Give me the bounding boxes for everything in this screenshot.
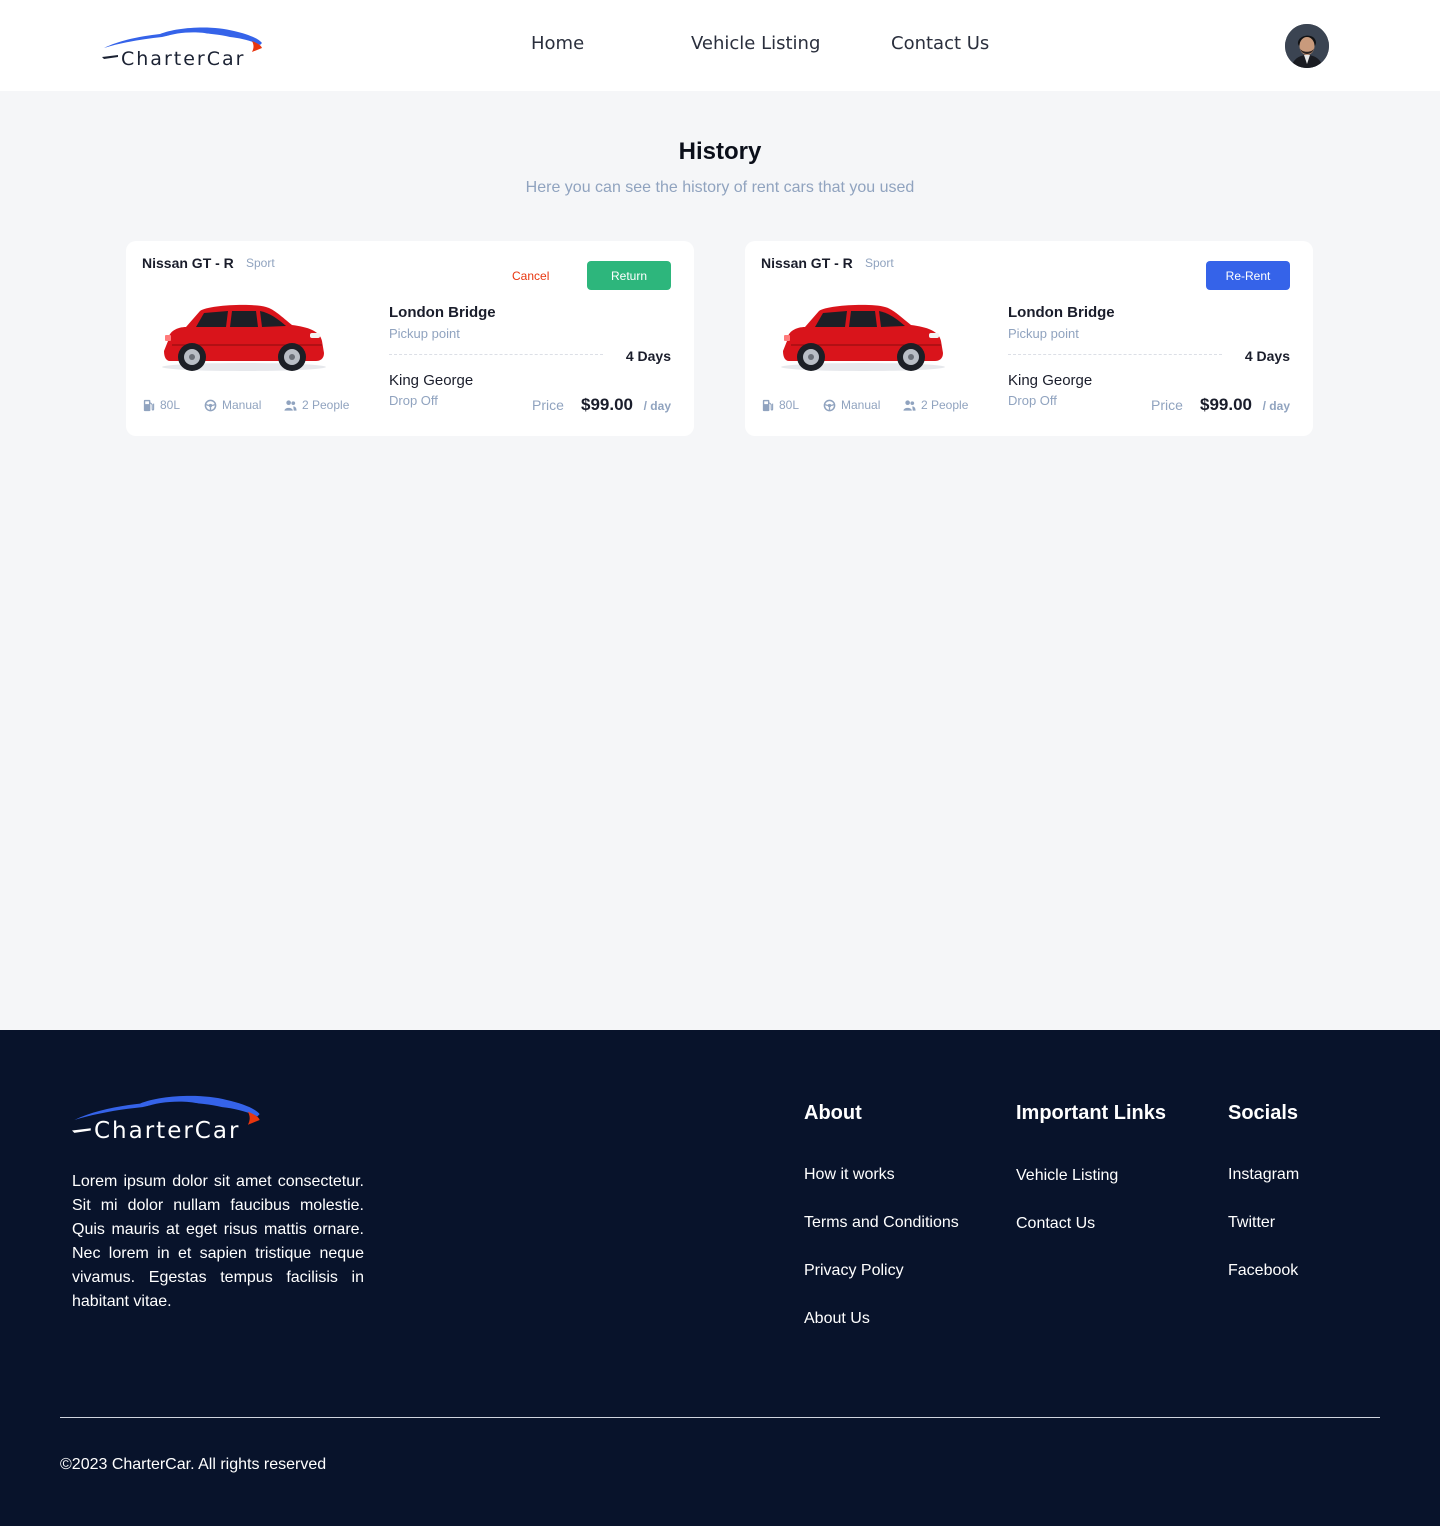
footer-link-instagram[interactable]: Instagram [1228, 1166, 1299, 1184]
price-label: Price [532, 397, 564, 413]
footer-link-about-us[interactable]: About Us [804, 1310, 870, 1328]
footer-divider [60, 1417, 1380, 1418]
re-rent-button[interactable]: Re-Rent [1206, 261, 1290, 290]
footer-link-privacy[interactable]: Privacy Policy [804, 1262, 904, 1280]
price-unit: / day [1262, 399, 1290, 413]
spec-transmission-value: Manual [841, 398, 881, 412]
car-type: Sport [865, 256, 894, 270]
return-button[interactable]: Return [587, 261, 671, 290]
header: CharterCar Home Vehicle Listing Contact … [0, 0, 1440, 91]
price-value: $99.00 [1200, 395, 1252, 414]
people-icon [903, 399, 916, 412]
page-title: History [678, 138, 762, 165]
copyright: ©2023 CharterCar. All rights reserved [60, 1456, 327, 1473]
footer-link-twitter[interactable]: Twitter [1228, 1214, 1275, 1232]
footer-description: Lorem ipsum dolor sit amet consectetur. … [72, 1173, 364, 1310]
price-value: $99.00 [581, 395, 633, 414]
spec-fuel-value: 80L [160, 398, 181, 412]
history-card: Nissan GT - R Sport Cancel Return London… [126, 241, 694, 436]
pickup-label: Pickup point [389, 326, 460, 341]
spec-fuel: 80L [761, 398, 799, 412]
pickup-location: London Bridge [1008, 304, 1115, 321]
nav-home-link[interactable]: Home [531, 33, 584, 54]
nav-vehicle-listing-link[interactable]: Vehicle Listing [691, 33, 820, 54]
spec-capacity-value: 2 People [302, 398, 350, 412]
spec-transmission-value: Manual [222, 398, 262, 412]
car-image [775, 301, 947, 373]
dropoff-location: King George [1008, 372, 1093, 389]
fuel-icon [761, 399, 774, 412]
page-subtitle: Here you can see the history of rent car… [525, 179, 915, 196]
footer: CharterCar Lorem ipsum dolor sit amet co… [0, 1030, 1440, 1526]
rental-duration: 4 Days [625, 348, 671, 364]
spec-fuel: 80L [142, 398, 180, 412]
car-name: Nissan GT - R [142, 255, 234, 271]
car-name: Nissan GT - R [761, 255, 853, 271]
footer-link-terms[interactable]: Terms and Conditions [804, 1214, 959, 1232]
nav-contact-us-link[interactable]: Contact Us [891, 33, 989, 54]
route-divider [1008, 354, 1222, 355]
steering-wheel-icon [204, 399, 217, 412]
steering-wheel-icon [823, 399, 836, 412]
dropoff-location: King George [389, 372, 474, 389]
spec-transmission: Manual [823, 398, 880, 412]
footer-link-facebook[interactable]: Facebook [1228, 1262, 1298, 1280]
history-card: Nissan GT - R Sport Re-Rent London Bridg… [745, 241, 1313, 436]
dropoff-label: Drop Off [389, 393, 438, 408]
pickup-location: London Bridge [389, 304, 496, 321]
spec-capacity: 2 People [903, 398, 968, 412]
price-label: Price [1151, 397, 1183, 413]
footer-important-title: Important Links [1016, 1102, 1167, 1124]
footer-socials-title: Socials [1228, 1102, 1299, 1124]
avatar-image [1285, 24, 1329, 68]
fuel-icon [142, 399, 155, 412]
spec-fuel-value: 80L [779, 398, 800, 412]
user-avatar[interactable] [1285, 24, 1329, 68]
spec-transmission: Manual [204, 398, 261, 412]
spec-capacity-value: 2 People [921, 398, 969, 412]
footer-link-contact-us[interactable]: Contact Us [1016, 1215, 1095, 1233]
price-unit: / day [643, 399, 671, 413]
footer-link-vehicle-listing[interactable]: Vehicle Listing [1016, 1167, 1118, 1185]
pickup-label: Pickup point [1008, 326, 1079, 341]
car-type: Sport [246, 256, 275, 270]
cancel-button[interactable]: Cancel [512, 269, 549, 283]
rental-duration: 4 Days [1244, 348, 1290, 364]
footer-brand-name[interactable]: CharterCar [94, 1118, 240, 1144]
car-image [156, 301, 328, 373]
brand-name[interactable]: CharterCar [121, 48, 245, 70]
footer-about-title: About [804, 1102, 862, 1124]
route-divider [389, 354, 603, 355]
spec-capacity: 2 People [284, 398, 349, 412]
people-icon [284, 399, 297, 412]
dropoff-label: Drop Off [1008, 393, 1057, 408]
footer-link-how-it-works[interactable]: How it works [804, 1166, 895, 1184]
